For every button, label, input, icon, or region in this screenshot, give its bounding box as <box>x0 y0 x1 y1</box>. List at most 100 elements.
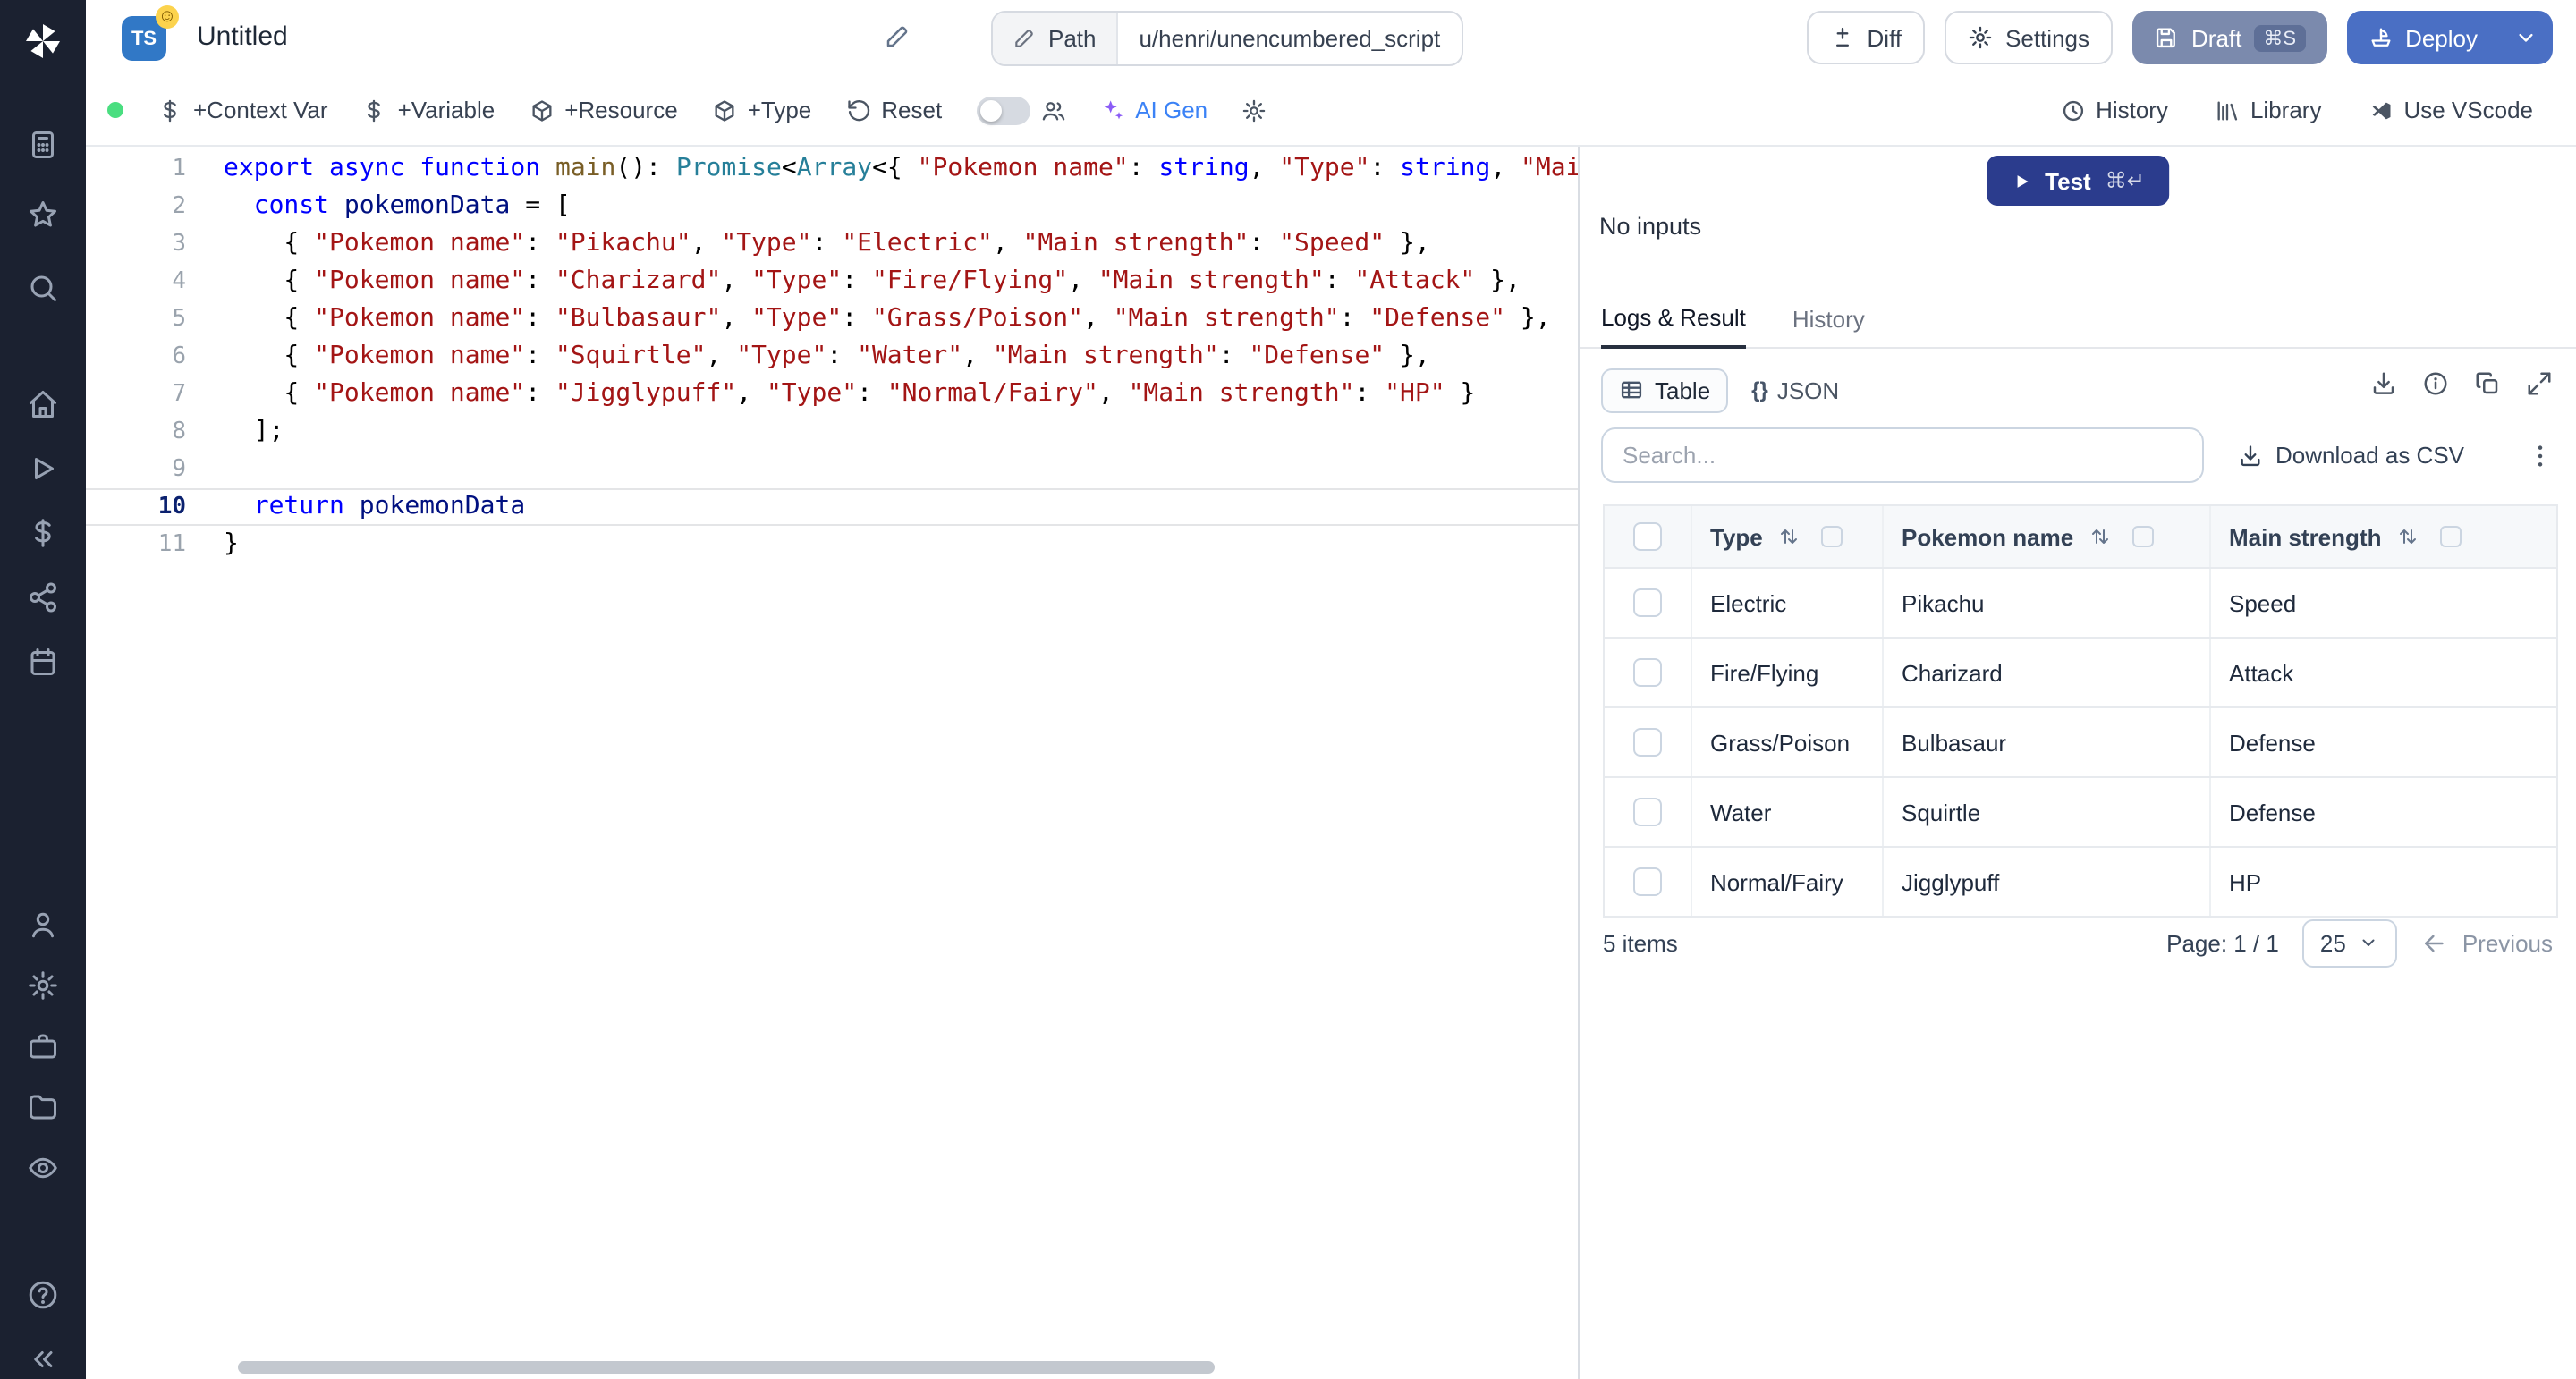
row-checkbox[interactable] <box>1633 798 1662 826</box>
no-inputs-label: No inputs <box>1599 213 1701 240</box>
code-line[interactable]: 1export async function main(): Promise<A… <box>86 150 1578 188</box>
code-line[interactable]: 7 { "Pokemon name": "Jigglypuff", "Type"… <box>86 376 1578 413</box>
add-type-button[interactable]: +Type <box>712 97 812 123</box>
search-icon[interactable] <box>27 272 59 304</box>
download-result-icon[interactable] <box>2370 370 2397 397</box>
draft-button[interactable]: Draft ⌘S <box>2132 11 2326 64</box>
code-text: { "Pokemon name": "Jigglypuff", "Type": … <box>186 376 1475 413</box>
user-icon[interactable] <box>27 909 59 941</box>
add-context-var-button[interactable]: +Context Var <box>157 97 328 123</box>
add-resource-button[interactable]: +Resource <box>529 97 677 123</box>
info-icon[interactable] <box>2422 370 2449 397</box>
code-line[interactable]: 3 { "Pokemon name": "Pikachu", "Type": "… <box>86 225 1578 263</box>
line-number: 7 <box>86 376 186 413</box>
code-text: export async function main(): Promise<Ar… <box>186 150 1578 188</box>
horizontal-scrollbar[interactable] <box>238 1361 1215 1374</box>
code-line[interactable]: 2 const pokemonData = [ <box>86 188 1578 225</box>
settings-button[interactable]: Settings <box>1945 11 2113 64</box>
code-line[interactable]: 9 <box>86 451 1578 488</box>
test-button[interactable]: Test ⌘↵ <box>1986 156 2170 206</box>
row-checkbox[interactable] <box>1633 658 1662 687</box>
table-footer: 5 items Page: 1 / 1 25 Previous <box>1603 916 2553 969</box>
code-line[interactable]: 6 { "Pokemon name": "Squirtle", "Type": … <box>86 338 1578 376</box>
multiplayer-toggle[interactable] <box>976 96 1065 124</box>
folders-icon[interactable] <box>27 1091 59 1123</box>
help-icon[interactable] <box>27 1279 59 1311</box>
expand-icon[interactable] <box>2526 370 2553 397</box>
path-value[interactable]: u/henri/unencumbered_script <box>1118 13 1462 64</box>
code-line[interactable]: 10 return pokemonData <box>86 488 1578 526</box>
search-input[interactable] <box>1601 427 2204 483</box>
edit-title-pencil-icon[interactable] <box>884 23 911 50</box>
runs-play-icon[interactable] <box>27 453 59 485</box>
deploy-dropdown-caret[interactable] <box>2499 11 2553 64</box>
sort-icon[interactable] <box>1779 526 1801 547</box>
reset-button[interactable]: Reset <box>845 97 942 123</box>
collapse-sidebar-icon[interactable] <box>27 1343 59 1375</box>
sort-icon[interactable] <box>2397 526 2419 547</box>
library-button[interactable]: Library <box>2215 97 2322 123</box>
line-number: 3 <box>86 225 186 263</box>
diff-button[interactable]: Diff <box>1807 11 1926 64</box>
line-number: 10 <box>86 488 186 526</box>
home-icon[interactable] <box>27 388 59 420</box>
code-text: { "Pokemon name": "Pikachu", "Type": "El… <box>186 225 1430 263</box>
column-header[interactable]: Main strength <box>2209 506 2556 567</box>
row-checkbox[interactable] <box>1633 728 1662 757</box>
deploy-button[interactable]: Deploy <box>2346 11 2499 64</box>
path-field[interactable]: Path u/henri/unencumbered_script <box>991 11 1463 66</box>
history-button[interactable]: History <box>2060 97 2168 123</box>
code-line[interactable]: 4 { "Pokemon name": "Charizard", "Type":… <box>86 263 1578 300</box>
table-row: Fire/FlyingCharizardAttack <box>1605 639 2556 708</box>
windmill-logo-icon[interactable] <box>21 20 64 63</box>
ai-gen-button[interactable]: AI Gen <box>1099 97 1208 123</box>
download-csv-button[interactable]: Download as CSV <box>2238 442 2464 469</box>
chevron-down-icon <box>2513 25 2538 50</box>
view-table-button[interactable]: Table <box>1601 368 1728 412</box>
result-panel: Test ⌘↵ No inputs Logs & Result History … <box>1578 147 2576 1379</box>
favorites-star-icon[interactable] <box>27 199 59 231</box>
workers-briefcase-icon[interactable] <box>27 1030 59 1062</box>
app: TS ☺ Untitled Path u/henri/unencumbered_… <box>0 0 2576 1379</box>
select-all-checkbox[interactable] <box>1633 522 1662 551</box>
settings-gear-icon[interactable] <box>27 969 59 1002</box>
code-lines: 1export async function main(): Promise<A… <box>86 150 1578 563</box>
editor-settings-gear-icon[interactable] <box>1241 97 1267 123</box>
tab-history[interactable]: History <box>1792 306 1865 347</box>
previous-page-button[interactable]: Previous <box>2421 929 2553 956</box>
column-checkbox[interactable] <box>2132 526 2154 547</box>
draft-shortcut: ⌘S <box>2254 24 2305 51</box>
result-table-head: TypePokemon nameMain strength <box>1605 506 2556 569</box>
copy-icon[interactable] <box>2474 370 2501 397</box>
diff-icon <box>1830 25 1855 50</box>
page-size-select[interactable]: 25 <box>2302 918 2398 967</box>
language-badge: TS ☺ <box>122 16 166 61</box>
code-line[interactable]: 11} <box>86 526 1578 563</box>
scrollbar-thumb[interactable] <box>238 1361 1215 1374</box>
toggle-switch[interactable] <box>976 96 1030 124</box>
table-cell: Grass/Poison <box>1690 708 1882 776</box>
view-json-button[interactable]: {} JSON <box>1751 376 1839 403</box>
flows-nodes-icon[interactable] <box>27 581 59 613</box>
schedules-calendar-icon[interactable] <box>27 646 59 678</box>
line-number: 8 <box>86 413 186 451</box>
code-line[interactable]: 5 { "Pokemon name": "Bulbasaur", "Type":… <box>86 300 1578 338</box>
code-editor[interactable]: 1export async function main(): Promise<A… <box>86 147 1578 1379</box>
table-cell: Normal/Fairy <box>1690 848 1882 916</box>
column-header[interactable]: Type <box>1690 506 1882 567</box>
row-checkbox[interactable] <box>1633 867 1662 896</box>
row-checkbox[interactable] <box>1633 588 1662 617</box>
audit-eye-icon[interactable] <box>27 1152 59 1184</box>
use-vscode-button[interactable]: Use VScode <box>2368 97 2533 123</box>
table-cell: Squirtle <box>1882 778 2209 846</box>
column-checkbox[interactable] <box>2440 526 2462 547</box>
more-options-kebab-icon[interactable] <box>2526 441 2555 470</box>
column-checkbox[interactable] <box>1822 526 1843 547</box>
variables-dollar-icon[interactable] <box>27 517 59 549</box>
apps-icon[interactable] <box>27 129 59 161</box>
column-header[interactable]: Pokemon name <box>1882 506 2209 567</box>
tab-logs-result[interactable]: Logs & Result <box>1601 304 1746 349</box>
code-line[interactable]: 8 ]; <box>86 413 1578 451</box>
add-variable-button[interactable]: +Variable <box>362 97 496 123</box>
sort-icon[interactable] <box>2089 526 2111 547</box>
